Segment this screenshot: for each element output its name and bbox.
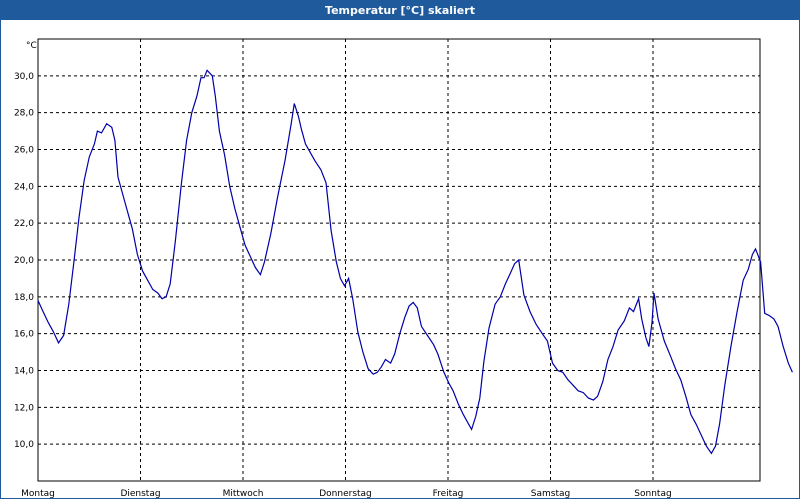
y-tick-label: 24,0 [14,182,34,192]
y-tick-label: 10,0 [14,440,34,450]
chart-title: Temperatur [°C] skaliert [0,0,800,20]
x-tick-day-label: Mittwoch [223,489,264,499]
y-axis-ticks: 10,0 12,0 14,0 16,0 18,0 20,0 22,0 24,0 26,0 28,0… [14,72,34,450]
temperature-series-line [37,69,793,455]
x-tick-day-label: Donnerstag [319,489,372,499]
temperature-chart: °C 10,0 12,0 14,0 16,0 18,0 20,0 22,0 24,0 26,0 2… [14,38,793,499]
y-tick-label: 28,0 [14,109,34,119]
y-tick-label: 26,0 [14,146,34,156]
y-tick-label: 18,0 [14,293,34,303]
y-tick-label: 30,0 [14,72,34,82]
grid-lines [38,39,760,481]
x-tick-day-label: Montag [21,489,55,499]
y-axis-unit-label: °C [26,41,37,51]
x-axis-ticks: Montag28.08.17Dienstag29.08.17Mittwoch30… [21,489,672,499]
series-group [37,69,793,455]
y-tick-label: 12,0 [14,403,34,413]
y-tick-label: 16,0 [14,330,34,340]
x-tick-day-label: Dienstag [120,489,160,499]
x-tick-day-label: Freitag [433,489,464,499]
x-tick-day-label: Sonntag [634,489,671,499]
y-tick-label: 14,0 [14,367,34,377]
x-tick-day-label: Samstag [531,489,570,499]
y-tick-label: 20,0 [14,256,34,266]
y-tick-label: 22,0 [14,219,34,229]
